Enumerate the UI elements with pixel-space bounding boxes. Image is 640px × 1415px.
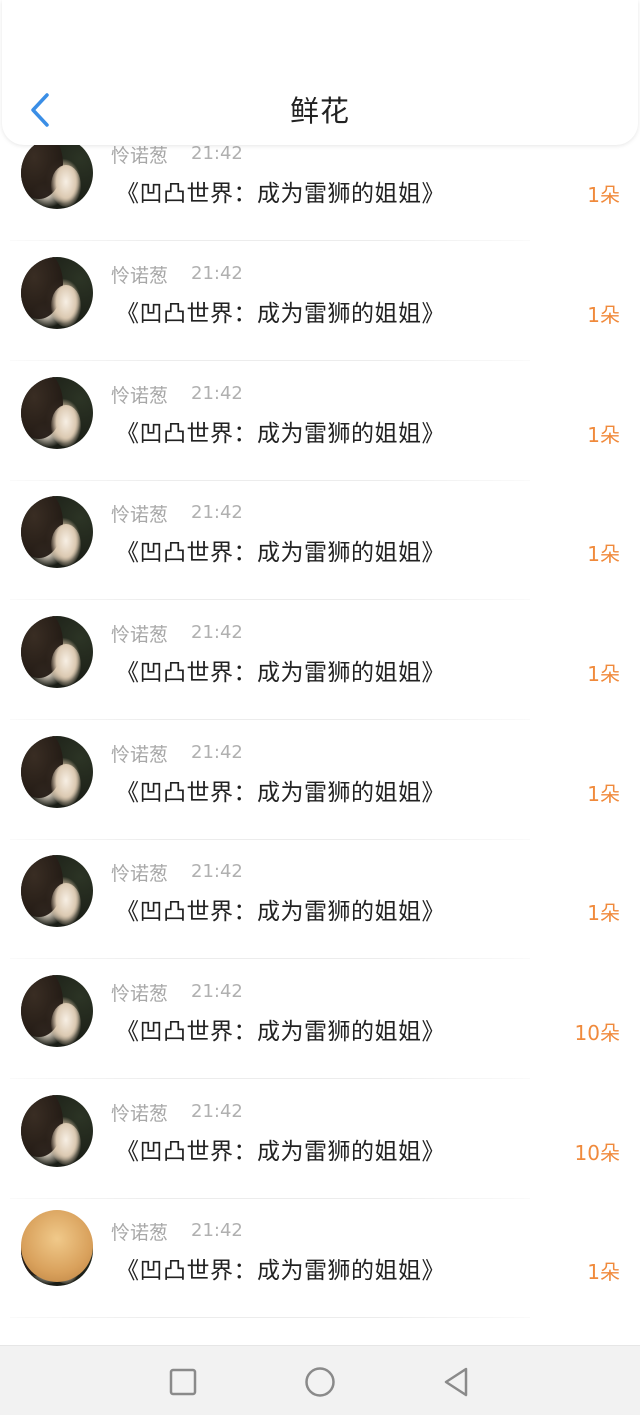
- circle-home-icon: [305, 1367, 335, 1397]
- book-title[interactable]: 《凹凸世界：成为雷狮的姐姐》: [116, 1251, 445, 1285]
- flower-amount: 1朵: [587, 782, 620, 806]
- book-title[interactable]: 《凹凸世界：成为雷狮的姐姐》: [116, 1012, 445, 1046]
- flowers-screen: 鲜花 怜诺葱 21:42 《凹凸世界：成为雷狮的姐姐》 1朵 怜诺葱 21:42 《凹凸世界…: [0, 0, 640, 1415]
- book-title[interactable]: 《凹凸世界：成为雷狮的姐姐》: [116, 773, 445, 807]
- list-item[interactable]: 怜诺葱 21:42 《凹凸世界：成为雷狮的姐姐》 1朵: [0, 600, 640, 720]
- avatar-highlight-shape: [51, 405, 81, 447]
- flower-amount: 10朵: [574, 1141, 620, 1165]
- list-item[interactable]: 怜诺葱 21:42 《凹凸世界：成为雷狮的姐姐》 1朵: [0, 720, 640, 840]
- flower-amount: 1朵: [587, 303, 620, 327]
- flower-amount: 1朵: [587, 1260, 620, 1284]
- timestamp: 21:42: [191, 383, 243, 404]
- user-name: 怜诺葱: [111, 983, 169, 1005]
- flower-gift-list[interactable]: 怜诺葱 21:42 《凹凸世界：成为雷狮的姐姐》 1朵 怜诺葱 21:42 《凹凸世界：成为…: [0, 125, 640, 1345]
- avatar[interactable]: [21, 975, 93, 1047]
- avatar[interactable]: [21, 1095, 93, 1167]
- avatar[interactable]: [21, 496, 93, 568]
- user-name: 怜诺葱: [111, 385, 169, 407]
- user-name: 怜诺葱: [111, 624, 169, 646]
- square-recent-apps-icon: [169, 1368, 197, 1396]
- timestamp: 21:42: [191, 861, 243, 882]
- avatar[interactable]: [21, 616, 93, 688]
- list-item[interactable]: 怜诺葱 21:42 《凹凸世界：成为雷狮的姐姐》 1朵: [0, 480, 640, 600]
- recent-apps-button[interactable]: [165, 1364, 201, 1400]
- book-title[interactable]: 《凹凸世界：成为雷狮的姐姐》: [116, 653, 445, 687]
- flower-amount: 1朵: [587, 183, 620, 207]
- flower-amount: 1朵: [587, 662, 620, 686]
- avatar-highlight-shape: [51, 285, 81, 327]
- row-divider: [10, 1317, 530, 1318]
- list-item[interactable]: 怜诺葱 21:42 《凹凸世界：成为雷狮的姐姐》 10朵: [0, 959, 640, 1079]
- book-title[interactable]: 《凹凸世界：成为雷狮的姐姐》: [116, 174, 445, 208]
- list-item[interactable]: 怜诺葱 21:42 《凹凸世界：成为雷狮的姐姐》 1朵: [0, 241, 640, 361]
- avatar-highlight-shape: [51, 883, 81, 925]
- user-name: 怜诺葱: [111, 504, 169, 526]
- user-name: 怜诺葱: [111, 265, 169, 287]
- flower-amount: 10朵: [574, 1021, 620, 1045]
- avatar[interactable]: [21, 855, 93, 927]
- timestamp: 21:42: [191, 981, 243, 1002]
- avatar[interactable]: [21, 377, 93, 449]
- avatar-highlight-shape: [51, 1123, 81, 1165]
- book-title[interactable]: 《凹凸世界：成为雷狮的姐姐》: [116, 1132, 445, 1166]
- timestamp: 21:42: [191, 622, 243, 643]
- list-item[interactable]: 怜诺葱 21:42 《凹凸世界：成为雷狮的姐姐》 1朵: [0, 1198, 640, 1318]
- avatar-highlight-shape: [51, 1003, 81, 1045]
- user-name: 怜诺葱: [111, 1222, 169, 1244]
- flower-amount: 1朵: [587, 423, 620, 447]
- avatar-highlight-shape: [51, 764, 81, 806]
- avatar[interactable]: [21, 257, 93, 329]
- top-header: 鲜花: [2, 0, 638, 145]
- flower-amount: 1朵: [587, 901, 620, 925]
- avatar[interactable]: [21, 137, 93, 209]
- timestamp: 21:42: [191, 502, 243, 523]
- book-title[interactable]: 《凹凸世界：成为雷狮的姐姐》: [116, 533, 445, 567]
- book-title[interactable]: 《凹凸世界：成为雷狮的姐姐》: [116, 892, 445, 926]
- timestamp: 21:42: [191, 143, 243, 164]
- system-back-button[interactable]: [438, 1364, 474, 1400]
- avatar-highlight-shape: [51, 644, 81, 686]
- user-name: 怜诺葱: [111, 863, 169, 885]
- list-item[interactable]: 怜诺葱 21:42 《凹凸世界：成为雷狮的姐姐》 1朵: [0, 361, 640, 481]
- user-name: 怜诺葱: [111, 1103, 169, 1125]
- timestamp: 21:42: [191, 1220, 243, 1241]
- avatar-highlight-shape: [51, 165, 81, 207]
- avatar: [21, 1210, 93, 1282]
- page-title: 鲜花: [289, 94, 350, 128]
- list-item[interactable]: 怜诺葱 21:42 《凹凸世界：成为雷狮的姐姐》 1朵: [0, 839, 640, 959]
- home-button[interactable]: [302, 1364, 338, 1400]
- timestamp: 21:42: [191, 742, 243, 763]
- user-name: 怜诺葱: [111, 744, 169, 766]
- flower-amount: 1朵: [587, 542, 620, 566]
- user-name: 怜诺葱: [111, 145, 169, 167]
- book-title[interactable]: 《凹凸世界：成为雷狮的姐姐》: [116, 414, 445, 448]
- list-item[interactable]: 怜诺葱 21:42 《凹凸世界：成为雷狮的姐姐》 10朵: [0, 1079, 640, 1199]
- system-nav-bar: [0, 1345, 640, 1415]
- book-title[interactable]: 《凹凸世界：成为雷狮的姐姐》: [116, 294, 445, 328]
- triangle-back-icon: [444, 1367, 468, 1397]
- avatar-highlight-shape: [51, 524, 81, 566]
- timestamp: 21:42: [191, 1101, 243, 1122]
- timestamp: 21:42: [191, 263, 243, 284]
- avatar[interactable]: [21, 736, 93, 808]
